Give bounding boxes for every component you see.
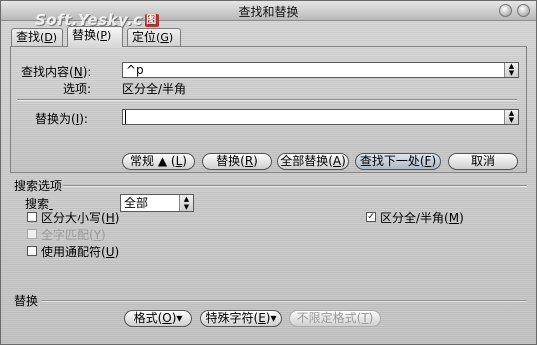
tab-replace[interactable]: 替换(P) xyxy=(67,26,123,47)
replace-button[interactable]: 替换(R) xyxy=(202,153,272,170)
replace-label-text: 替换为 xyxy=(35,112,72,126)
whole-word-label: 全字匹配(Y) xyxy=(41,228,106,242)
match-case-key: H xyxy=(105,211,115,225)
match-case-checkbox[interactable] xyxy=(27,212,37,222)
replace-section-divider xyxy=(41,300,527,302)
replace-history-spinner[interactable]: ▲ ▼ xyxy=(504,110,518,124)
replace-with-input[interactable]: ▲ ▼ xyxy=(122,109,519,125)
format-button-label: 格式 xyxy=(133,311,158,325)
special-chars-button-label: 特殊字符 xyxy=(205,311,254,325)
search-options-title: 搜索选项 xyxy=(14,179,63,193)
dropdown-arrow-icon: ▾ xyxy=(270,311,277,325)
find-label: 查找内容(N): xyxy=(21,65,92,79)
replace-label: 替换为(I): xyxy=(35,112,88,126)
cancel-button-label: 取消 xyxy=(470,154,495,168)
find-next-button-label: 查找下一处 xyxy=(359,154,420,168)
options-label: 选项: xyxy=(63,82,92,96)
find-next-button-key: F xyxy=(424,154,432,168)
wildcards-checkbox[interactable] xyxy=(27,246,37,256)
options-value: 区分全/半角 xyxy=(122,82,187,96)
whole-word-label-text: 全字匹配 xyxy=(41,228,90,242)
normal-button-key: L xyxy=(175,154,183,168)
normal-button[interactable]: 常规 ▲ (L) xyxy=(122,153,195,170)
replace-panel: 查找内容(N): ^p ▲ ▼ 选项: 区分全/半角 替换为(I): ▲ ▼ 常规 … xyxy=(10,46,527,173)
wildcards-label-text: 使用通配符 xyxy=(41,245,102,259)
close-window-button[interactable] xyxy=(517,4,530,17)
whole-word-checkbox[interactable] xyxy=(27,229,37,239)
match-width-label-text: 区分全/半角 xyxy=(380,211,445,225)
tab-goto[interactable]: 定位(G) xyxy=(127,28,181,46)
text-cursor xyxy=(125,110,130,124)
search-direction-select[interactable]: 全部 ▲ ▼ xyxy=(120,194,194,212)
search-options-divider xyxy=(63,185,527,187)
no-formatting-button[interactable]: 不限定格式(T) xyxy=(289,310,381,327)
dropdown-arrow-icon: ▾ xyxy=(176,311,183,325)
whole-word-key: Y xyxy=(93,228,102,242)
replace-label-key: I xyxy=(75,112,80,126)
normal-button-label: 常规 ▲ xyxy=(130,154,168,168)
find-replace-dialog: 查找和替换 Soft.Yesky.c 图 查找(D) 替换(P) 定位(G) 查找… xyxy=(0,0,537,345)
find-history-spinner[interactable]: ▲ ▼ xyxy=(504,63,518,77)
wildcards-key: U xyxy=(105,245,115,259)
tab-find[interactable]: 查找(D) xyxy=(11,28,63,46)
special-chars-button-key: E xyxy=(258,311,266,325)
replace-all-button-label: 全部替换 xyxy=(280,154,329,168)
format-button-key: O xyxy=(162,311,172,325)
no-formatting-button-label: 不限定格式 xyxy=(296,311,357,325)
replace-all-button-key: A xyxy=(332,154,342,168)
search-direction-spinner[interactable]: ▲ ▼ xyxy=(179,195,193,211)
collapse-window-button[interactable] xyxy=(499,4,512,17)
match-width-key: M xyxy=(448,211,460,225)
match-case-label: 区分大小写(H) xyxy=(41,211,120,225)
search-direction-value: 全部 xyxy=(124,196,149,210)
checkmark-icon: ✓ xyxy=(367,212,375,222)
no-formatting-button-key: T xyxy=(361,311,369,325)
tab-find-key: D xyxy=(44,31,53,44)
tab-goto-key: G xyxy=(160,31,169,44)
cancel-button[interactable]: 取消 xyxy=(448,153,518,170)
tab-goto-label: 定位 xyxy=(132,30,157,44)
replace-all-button[interactable]: 全部替换(A) xyxy=(277,153,349,170)
find-next-button[interactable]: 查找下一处(F) xyxy=(355,153,441,170)
match-case-label-text: 区分大小写 xyxy=(41,211,102,225)
find-what-value: ^p xyxy=(126,63,144,77)
replace-section-title: 替换 xyxy=(14,294,39,308)
tab-replace-label: 替换 xyxy=(72,28,97,42)
wildcards-label: 使用通配符(U) xyxy=(41,245,120,259)
format-button[interactable]: 格式(O)▾ xyxy=(124,310,192,327)
panel-divider xyxy=(17,99,517,101)
find-what-input[interactable]: ^p ▲ ▼ xyxy=(122,62,519,78)
match-width-label: 区分全/半角(M) xyxy=(380,211,464,225)
tab-replace-key: P xyxy=(100,29,107,42)
find-label-text: 查找内容 xyxy=(21,65,70,79)
match-width-checkbox[interactable]: ✓ xyxy=(366,212,376,222)
tab-find-label: 查找 xyxy=(16,30,41,44)
replace-button-key: R xyxy=(244,154,254,168)
find-label-key: N xyxy=(73,65,83,79)
watermark-box-icon: 图 xyxy=(144,14,159,27)
replace-button-label: 替换 xyxy=(216,154,241,168)
special-chars-button[interactable]: 特殊字符(E)▾ xyxy=(200,310,282,327)
